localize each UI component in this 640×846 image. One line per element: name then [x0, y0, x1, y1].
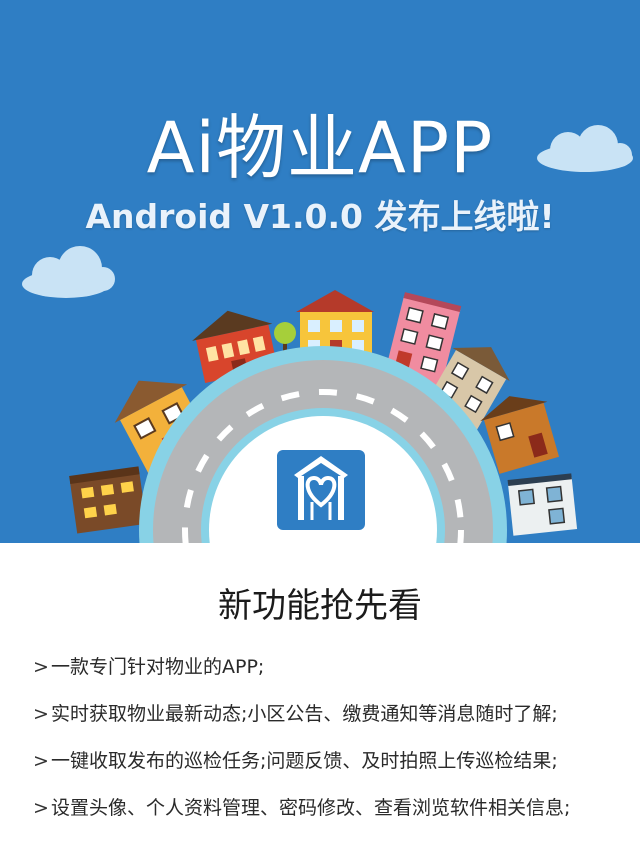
feature-text: 一款专门针对物业的APP;	[51, 656, 265, 678]
section-title: 新功能抢先看	[218, 586, 422, 626]
feature-text: 一键收取发布的巡检任务;问题反馈、及时拍照上传巡检结果;	[51, 750, 558, 772]
chevron-right-icon: >	[33, 750, 49, 772]
house-icon	[69, 466, 147, 534]
chevron-right-icon: >	[33, 703, 49, 725]
list-item: > 实时获取物业最新动态;小区公告、缴费通知等消息随时了解;	[33, 698, 633, 745]
feature-text: 实时获取物业最新动态;小区公告、缴费通知等消息随时了解;	[51, 703, 558, 725]
app-title: Ai物业APP	[146, 107, 494, 189]
list-item: > 设置头像、个人资料管理、密码修改、查看浏览软件相关信息;	[33, 792, 633, 839]
house-icon	[507, 473, 578, 536]
cloud-icon	[22, 246, 115, 298]
chevron-right-icon: >	[33, 656, 49, 678]
list-item: > 一键收取发布的巡检任务;问题反馈、及时拍照上传巡检结果;	[33, 745, 633, 792]
hero-banner: Ai物业APP Android V1.0.0 发布上线啦!	[0, 0, 640, 543]
chevron-right-icon: >	[33, 797, 49, 819]
list-item: > 一款专门针对物业的APP;	[33, 651, 633, 698]
app-logo-icon	[277, 450, 365, 530]
city-illustration	[22, 125, 633, 543]
feature-text: 设置头像、个人资料管理、密码修改、查看浏览软件相关信息;	[51, 797, 571, 819]
release-subtitle: Android V1.0.0 发布上线啦!	[85, 197, 555, 236]
feature-list: > 一款专门针对物业的APP; > 实时获取物业最新动态;小区公告、缴费通知等消息随…	[33, 651, 633, 839]
